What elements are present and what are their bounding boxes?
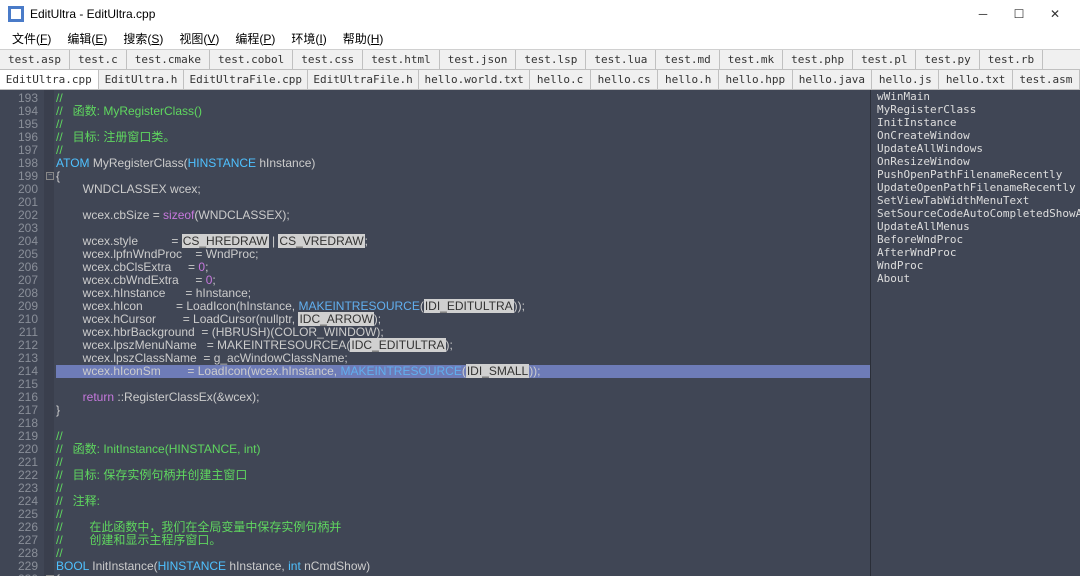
menu-item[interactable]: 搜索(S) — [115, 28, 171, 49]
close-button[interactable]: ✕ — [1038, 2, 1072, 26]
file-tab[interactable]: hello.hpp — [719, 70, 792, 89]
symbol-item[interactable]: MyRegisterClass — [871, 103, 1080, 116]
file-tab[interactable]: test.md — [656, 50, 719, 69]
code-area[interactable]: //// 函数: MyRegisterClass()//// 目标: 注册窗口类… — [56, 90, 870, 576]
menu-item[interactable]: 编辑(E) — [59, 28, 115, 49]
file-tab[interactable]: test.cmake — [127, 50, 210, 69]
fold-column — [44, 90, 54, 576]
menu-item[interactable]: 帮助(H) — [335, 28, 392, 49]
maximize-button[interactable]: ☐ — [1002, 2, 1036, 26]
titlebar: EditUltra - EditUltra.cpp ─ ☐ ✕ — [0, 0, 1080, 28]
file-tab[interactable]: test.asm — [1013, 70, 1080, 89]
fold-toggle[interactable]: − — [46, 172, 54, 180]
file-tab[interactable]: test.pl — [853, 50, 916, 69]
file-tab[interactable]: hello.h — [658, 70, 719, 89]
symbol-item[interactable]: OnResizeWindow — [871, 155, 1080, 168]
file-tab[interactable]: hello.c — [530, 70, 591, 89]
menu-item[interactable]: 视图(V) — [171, 28, 227, 49]
file-tab[interactable]: EditUltra.cpp — [0, 70, 99, 89]
file-tab[interactable]: EditUltraFile.h — [308, 70, 419, 89]
file-tab[interactable]: test.html — [363, 50, 440, 69]
symbol-item[interactable]: InitInstance — [871, 116, 1080, 129]
tab-row-2: EditUltra.cppEditUltra.hEditUltraFile.cp… — [0, 70, 1080, 90]
minimize-button[interactable]: ─ — [966, 2, 1000, 26]
menu-item[interactable]: 文件(F) — [4, 28, 59, 49]
file-tab[interactable]: test.asp — [0, 50, 70, 69]
file-tab[interactable]: test.css — [293, 50, 363, 69]
file-tab[interactable]: test.cobol — [210, 50, 293, 69]
symbol-item[interactable]: AfterWndProc — [871, 246, 1080, 259]
file-tab[interactable]: test.c — [70, 50, 127, 69]
symbol-sidebar: wWinMainMyRegisterClassInitInstanceOnCre… — [870, 90, 1080, 576]
code-editor[interactable]: 1931941951961971981992002012022032042052… — [0, 90, 870, 576]
symbol-item[interactable]: About — [871, 272, 1080, 285]
line-gutter: 1931941951961971981992002012022032042052… — [0, 90, 44, 576]
symbol-item[interactable]: OnCreateWindow — [871, 129, 1080, 142]
file-tab[interactable]: test.mk — [720, 50, 783, 69]
file-tab[interactable]: hello.java — [793, 70, 873, 89]
window-title: EditUltra - EditUltra.cpp — [30, 7, 966, 21]
file-tab[interactable]: test.lua — [586, 50, 656, 69]
file-tab[interactable]: hello.world.txt — [419, 70, 530, 89]
file-tab[interactable]: test.py — [916, 50, 979, 69]
file-tab[interactable]: EditUltra.h — [99, 70, 185, 89]
symbol-item[interactable]: UpdateAllMenus — [871, 220, 1080, 233]
app-icon — [8, 6, 24, 22]
file-tab[interactable]: hello.cs — [591, 70, 658, 89]
symbol-item[interactable]: UpdateOpenPathFilenameRecently — [871, 181, 1080, 194]
symbol-item[interactable]: WndProc — [871, 259, 1080, 272]
symbol-item[interactable]: PushOpenPathFilenameRecently — [871, 168, 1080, 181]
symbol-item[interactable]: wWinMain — [871, 90, 1080, 103]
tab-row-1: test.asptest.ctest.cmaketest.coboltest.c… — [0, 50, 1080, 70]
file-tab[interactable]: test.php — [783, 50, 853, 69]
file-tab[interactable]: hello.js — [872, 70, 939, 89]
symbol-item[interactable]: SetSourceCodeAutoCompletedShowAft — [871, 207, 1080, 220]
symbol-item[interactable]: UpdateAllWindows — [871, 142, 1080, 155]
file-tab[interactable]: test.rb — [980, 50, 1043, 69]
symbol-item[interactable]: SetViewTabWidthMenuText — [871, 194, 1080, 207]
file-tab[interactable]: test.json — [440, 50, 517, 69]
file-tab[interactable]: hello.txt — [939, 70, 1012, 89]
menu-item[interactable]: 编程(P) — [227, 28, 283, 49]
file-tab[interactable]: EditUltraFile.cpp — [184, 70, 308, 89]
symbol-item[interactable]: BeforeWndProc — [871, 233, 1080, 246]
file-tab[interactable]: test.lsp — [516, 50, 586, 69]
menubar: 文件(F)编辑(E)搜索(S)视图(V)编程(P)环境(I)帮助(H) — [0, 28, 1080, 50]
menu-item[interactable]: 环境(I) — [283, 28, 334, 49]
